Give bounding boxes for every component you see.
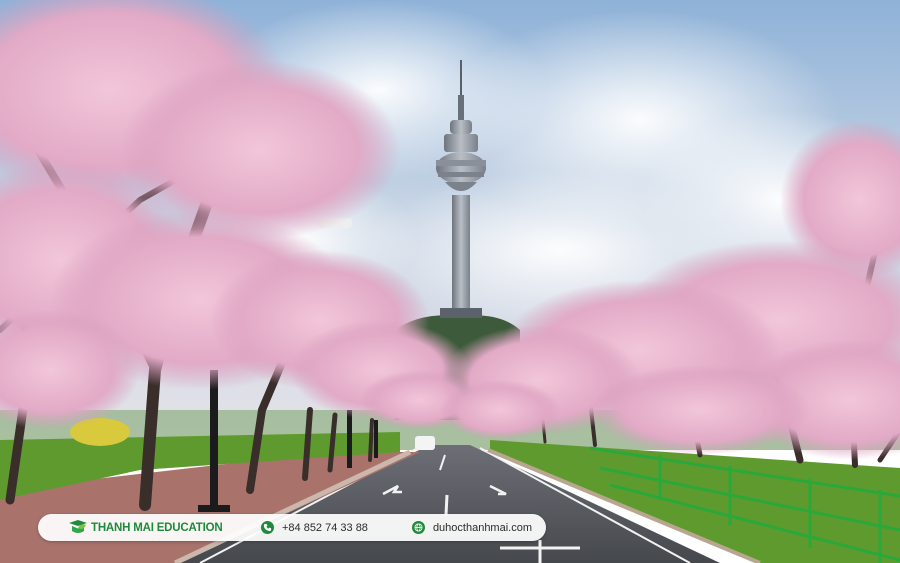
phone-icon [260, 521, 274, 534]
phone-contact[interactable]: +84 852 74 33 88 [260, 521, 368, 534]
globe-icon [411, 521, 425, 534]
phone-number: +84 852 74 33 88 [281, 521, 368, 534]
brand[interactable]: THANH MAI EDUCATION [68, 519, 233, 536]
website-url: duhocthanhmai.com [432, 521, 532, 534]
website-link[interactable]: duhocthanhmai.com [411, 521, 532, 534]
photo-scene [0, 0, 900, 563]
brand-name: THANH MAI EDUCATION [91, 521, 223, 534]
logo-icon [69, 520, 87, 533]
brand-bar: THANH MAI EDUCATION +84 852 74 33 88 duh… [38, 514, 546, 541]
car [415, 436, 435, 450]
